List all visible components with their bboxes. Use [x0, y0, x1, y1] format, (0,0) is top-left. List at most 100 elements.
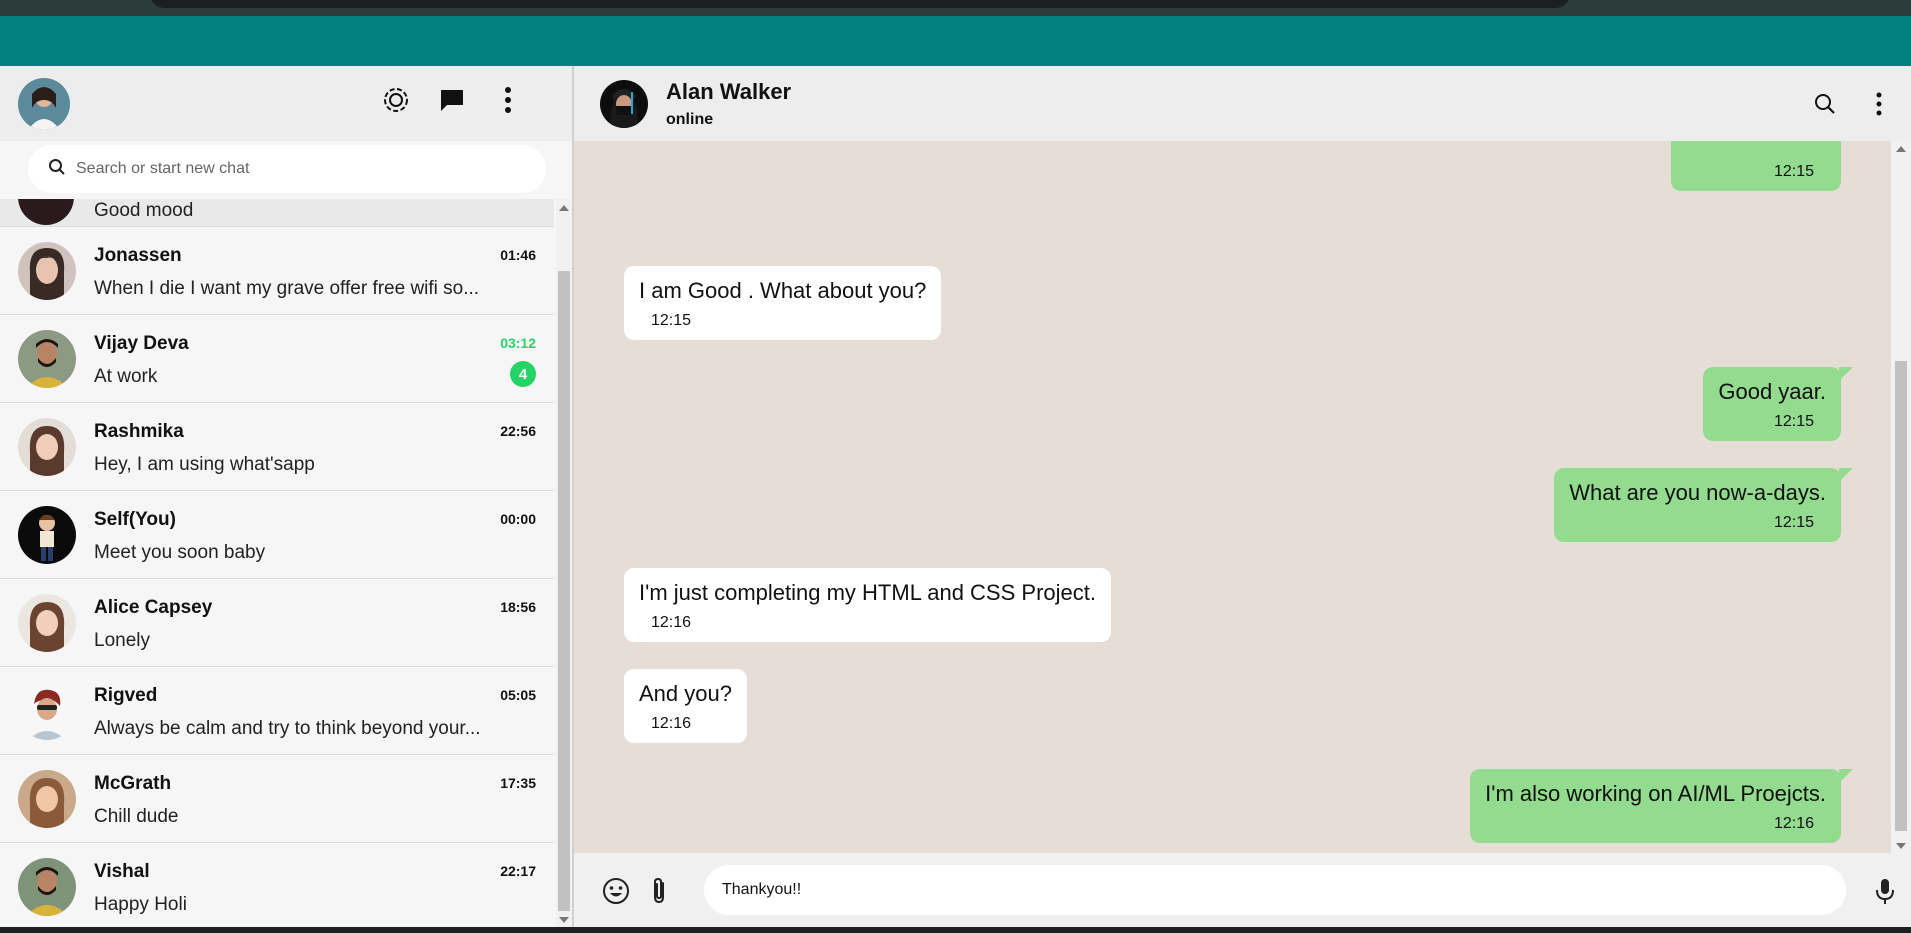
chat-last-message: Good mood — [94, 200, 194, 221]
message-text: I am Good . What about you? — [639, 278, 927, 303]
chat-row-rashmika[interactable]: Rashmika Hey, I am using what'sapp 22:56 — [0, 403, 554, 491]
chat-row-alice-capsey[interactable]: Alice Capsey Lonely 18:56 — [0, 579, 554, 667]
chat-time: 03:12 — [500, 335, 536, 351]
message-input[interactable] — [722, 881, 1822, 899]
chat-list: Good mood Jonassen When I die I want my … — [0, 199, 554, 927]
contact-avatar[interactable] — [600, 79, 648, 128]
chat-avatar — [18, 769, 76, 828]
status-ring-icon[interactable] — [380, 84, 412, 116]
chat-name: Jonassen — [94, 245, 182, 266]
message-bubble-incoming[interactable]: I am Good . What about you? 12:15 — [624, 266, 942, 340]
kebab-menu-icon[interactable] — [492, 84, 524, 116]
sidebar-header — [0, 66, 572, 141]
message-bubble-incoming[interactable]: And you? 12:16 — [624, 669, 747, 743]
unread-count-badge: 4 — [510, 361, 536, 387]
paperclip-icon[interactable] — [644, 875, 676, 907]
scroll-up-arrow[interactable] — [1896, 146, 1906, 152]
search-icon[interactable] — [1809, 88, 1841, 120]
scroll-down-arrow[interactable] — [1896, 843, 1906, 849]
message-time: 12:15 — [1773, 413, 1814, 430]
chat-name: McGrath — [94, 773, 172, 794]
chat-row-partial[interactable]: Good mood — [0, 199, 554, 227]
chat-time: 22:56 — [500, 423, 536, 439]
chat-row-self[interactable]: Self(You) Meet you soon baby 00:00 — [0, 491, 554, 579]
browser-address-pill — [150, 0, 1570, 8]
conversation-scrollbar[interactable] — [1891, 141, 1911, 853]
app-banner — [0, 16, 1911, 66]
window-bottom-edge — [0, 927, 1911, 933]
message-time: 12:15 — [651, 312, 692, 329]
chat-last-message: Always be calm and try to think beyond y… — [94, 718, 481, 739]
emoji-icon[interactable] — [600, 875, 632, 907]
chat-avatar — [18, 199, 74, 225]
chat-avatar — [18, 505, 76, 564]
chat-time: 01:46 — [500, 247, 536, 263]
contact-status: online — [666, 110, 714, 128]
message-time: 12:16 — [1773, 815, 1814, 832]
browser-top-bar — [0, 0, 1911, 16]
chat-row-jonassen[interactable]: Jonassen When I die I want my grave offe… — [0, 227, 554, 315]
message-time: 12:15 — [1773, 514, 1814, 531]
scrollbar-thumb[interactable] — [1895, 361, 1907, 831]
chat-last-message: Hey, I am using what'sapp — [94, 454, 315, 475]
my-avatar[interactable] — [18, 77, 70, 130]
chat-time: 22:17 — [500, 863, 536, 879]
message-text: I'm just completing my HTML and CSS Proj… — [639, 580, 1096, 605]
chat-avatar — [18, 593, 76, 652]
chat-avatar — [18, 241, 76, 300]
contact-name: Alan Walker — [666, 78, 792, 104]
search-input[interactable] — [76, 160, 516, 178]
whatsapp-app: Good mood Jonassen When I die I want my … — [0, 66, 1911, 927]
message-text: What are you now-a-days. — [1569, 480, 1826, 505]
message-list: 12:15 I am Good . What about you? 12:15 … — [574, 141, 1891, 853]
message-input-box[interactable] — [704, 865, 1846, 915]
chat-avatar — [18, 681, 76, 740]
chat-name: Self(You) — [94, 509, 176, 530]
new-chat-icon[interactable] — [436, 84, 468, 116]
chat-row-vijay-deva[interactable]: Vijay Deva At work 03:12 4 — [0, 315, 554, 403]
microphone-icon[interactable] — [1869, 875, 1901, 907]
chat-time: 17:35 — [500, 775, 536, 791]
chat-list-scrollbar[interactable] — [556, 199, 572, 927]
message-time: 12:16 — [651, 614, 692, 631]
chat-last-message: Chill dude — [94, 806, 179, 827]
chat-time: 00:00 — [500, 511, 536, 527]
chat-last-message: Happy Holi — [94, 894, 187, 915]
chat-avatar — [18, 329, 76, 388]
scroll-down-arrow[interactable] — [559, 917, 569, 923]
message-bubble-outgoing[interactable]: 12:15 — [1671, 141, 1841, 191]
chat-name: Vijay Deva — [94, 333, 189, 354]
chat-row-rigved[interactable]: Rigved Always be calm and try to think b… — [0, 667, 554, 755]
sidebar: Good mood Jonassen When I die I want my … — [0, 66, 574, 927]
chat-row-mcgrath[interactable]: McGrath Chill dude 17:35 — [0, 755, 554, 843]
search-icon — [48, 158, 66, 181]
chat-last-message: When I die I want my grave offer free wi… — [94, 278, 480, 299]
conversation-pane: Alan Walker online 12:15 I am Good . Wha… — [574, 66, 1911, 927]
chat-last-message: Lonely — [94, 630, 150, 651]
kebab-menu-icon[interactable] — [1863, 88, 1895, 120]
chat-time: 05:05 — [500, 687, 536, 703]
chat-avatar — [18, 857, 76, 916]
chat-name: Alice Capsey — [94, 597, 213, 618]
chat-last-message: Meet you soon baby — [94, 542, 266, 563]
message-bubble-incoming[interactable]: I'm just completing my HTML and CSS Proj… — [624, 568, 1111, 642]
scroll-up-arrow[interactable] — [559, 205, 569, 211]
scrollbar-thumb[interactable] — [558, 271, 570, 911]
chat-row-vishal[interactable]: Vishal Happy Holi 22:17 — [0, 843, 554, 927]
message-time: 12:16 — [651, 715, 692, 732]
message-bubble-outgoing[interactable]: Good yaar. 12:15 — [1703, 367, 1853, 441]
search-box[interactable] — [28, 145, 546, 193]
message-text: Good yaar. — [1718, 379, 1826, 404]
chat-time: 18:56 — [500, 599, 536, 615]
chat-avatar — [18, 417, 76, 476]
chat-name: Rashmika — [94, 421, 184, 442]
message-text: And you? — [639, 681, 732, 706]
message-bubble-outgoing[interactable]: What are you now-a-days. 12:15 — [1554, 468, 1853, 542]
message-time: 12:15 — [1773, 163, 1814, 180]
message-bubble-outgoing[interactable]: I'm also working on AI/ML Proejcts. 12:1… — [1470, 769, 1853, 843]
chat-last-message: At work — [94, 366, 158, 387]
message-text — [1686, 141, 1826, 155]
message-text: I'm also working on AI/ML Proejcts. — [1485, 781, 1826, 806]
chat-name: Rigved — [94, 685, 158, 706]
message-composer — [574, 853, 1911, 927]
